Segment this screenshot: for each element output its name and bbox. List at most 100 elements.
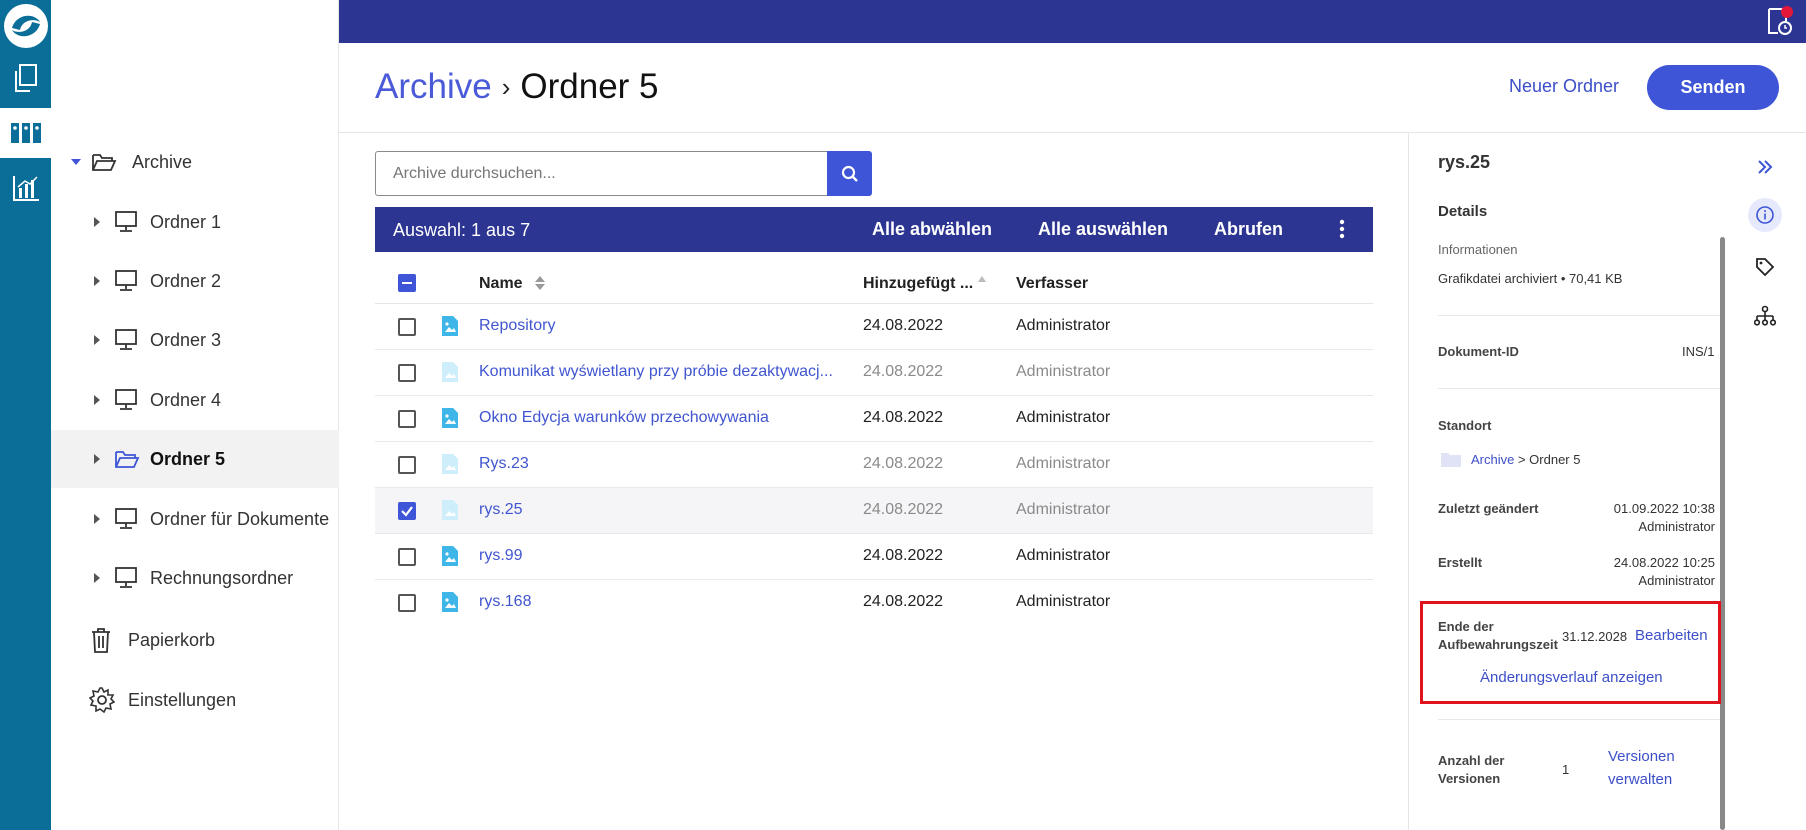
computer-icon <box>115 508 137 529</box>
tree-item-papierkorb[interactable]: Papierkorb <box>51 611 339 669</box>
computer-icon <box>115 211 137 232</box>
reports-rail-button[interactable] <box>0 163 51 213</box>
file-name-link[interactable]: rys.99 <box>479 547 523 565</box>
retrieve-button[interactable]: Abrufen <box>1214 219 1283 240</box>
versions-label-line-1: Anzahl der <box>1438 753 1505 768</box>
column-name-label: Name <box>479 275 523 292</box>
tree-item-ordner-1[interactable]: Ordner 1 <box>51 193 339 251</box>
manage-versions-link-line-1[interactable]: Versionen <box>1608 748 1675 765</box>
tree-item-label: Ordner 5 <box>150 448 226 469</box>
hierarchy-tab-button[interactable] <box>1748 299 1782 333</box>
location-path: Archive > Ordner 5 <box>1471 452 1580 467</box>
computer-icon <box>115 567 137 588</box>
manage-versions-link-line-2[interactable]: verwalten <box>1608 771 1672 788</box>
table-row[interactable]: Rys.23 24.08.2022 Administrator <box>375 442 1373 488</box>
column-header-added[interactable]: Hinzugefügt ... <box>863 275 986 293</box>
app-logo[interactable] <box>4 4 48 48</box>
column-header-name[interactable]: Name <box>479 275 546 293</box>
archive-rail-button[interactable] <box>0 108 51 158</box>
table-row-selected[interactable]: rys.25 24.08.2022 Administrator <box>375 488 1373 534</box>
file-name-link[interactable]: rys.25 <box>479 501 523 519</box>
tree-item-ordner-fuer-dokumente[interactable]: Ordner für Dokumente <box>51 490 339 548</box>
table-row[interactable]: Repository 24.08.2022 Administrator <box>375 304 1373 350</box>
tree-item-einstellungen[interactable]: Einstellungen <box>51 671 339 729</box>
image-file-icon <box>442 500 458 520</box>
caret-right-icon[interactable] <box>92 395 102 405</box>
tree-item-ordner-4[interactable]: Ordner 4 <box>51 371 339 429</box>
deselect-all-button[interactable]: Alle abwählen <box>872 219 992 240</box>
row-checkbox[interactable] <box>398 456 416 474</box>
image-file-icon <box>442 316 458 336</box>
caret-right-icon[interactable] <box>92 276 102 286</box>
row-checkbox[interactable] <box>398 364 416 382</box>
modified-by: Administrator <box>1638 519 1715 534</box>
info-icon <box>1756 206 1774 224</box>
tree-item-label: Papierkorb <box>128 629 216 650</box>
sort-icon[interactable] <box>535 276 546 290</box>
notifications-button[interactable] <box>1764 6 1794 36</box>
location-archive-link[interactable]: Archive <box>1471 452 1514 467</box>
location-path-rest: > Ordner 5 <box>1514 452 1581 467</box>
image-file-icon <box>442 546 458 566</box>
caret-right-icon[interactable] <box>92 573 102 583</box>
retention-highlight-box <box>1420 601 1721 704</box>
select-all-button[interactable]: Alle auswählen <box>1038 219 1168 240</box>
tree-item-ordner-3[interactable]: Ordner 3 <box>51 311 339 369</box>
documents-rail-button[interactable] <box>0 53 51 103</box>
search-input[interactable] <box>375 151 828 196</box>
more-vertical-icon[interactable] <box>1339 219 1345 239</box>
docid-value: INS/1 <box>1682 344 1715 359</box>
table-row[interactable]: Komunikat wyświetlany przy próbie dezakt… <box>375 350 1373 396</box>
page-title: Ordner 5 <box>520 67 659 106</box>
selection-count: Auswahl: 1 aus 7 <box>393 220 531 240</box>
tree-item-ordner-5[interactable]: Ordner 5 <box>51 430 339 488</box>
column-header-author[interactable]: Verfasser <box>1016 275 1088 293</box>
file-date: 24.08.2022 <box>863 455 944 472</box>
table-header: Name Hinzugefügt ... Verfasser <box>375 264 1373 304</box>
caret-down-icon[interactable] <box>71 157 81 167</box>
divider <box>1438 719 1720 720</box>
row-checkbox[interactable] <box>398 318 416 336</box>
check-icon <box>401 506 413 517</box>
table-row[interactable]: Okno Edycja warunków przechowywania 24.0… <box>375 396 1373 442</box>
tree-item-ordner-2[interactable]: Ordner 2 <box>51 252 339 310</box>
caret-right-icon[interactable] <box>92 217 102 227</box>
caret-right-icon[interactable] <box>92 454 102 464</box>
table-row[interactable]: rys.99 24.08.2022 Administrator <box>375 534 1373 580</box>
file-name-link[interactable]: Okno Edycja warunków przechowywania <box>479 409 769 427</box>
caret-right-icon[interactable] <box>92 335 102 345</box>
created-date: 24.08.2022 10:25 <box>1613 555 1715 570</box>
info-tab-button[interactable] <box>1748 198 1782 232</box>
search-button[interactable] <box>827 151 872 196</box>
modified-label: Zuletzt geändert <box>1438 501 1539 516</box>
docid-label: Dokument-ID <box>1438 344 1519 359</box>
file-name-link[interactable]: Repository <box>479 317 555 335</box>
table-row[interactable]: rys.168 24.08.2022 Administrator <box>375 580 1373 626</box>
tree-item-archive[interactable]: Archive <box>51 133 339 191</box>
row-checkbox[interactable] <box>398 410 416 428</box>
file-name-link[interactable]: rys.168 <box>479 593 531 611</box>
file-name-link[interactable]: Komunikat wyświetlany przy próbie dezakt… <box>479 363 833 381</box>
tags-tab-button[interactable] <box>1748 250 1782 284</box>
new-folder-button[interactable]: Neuer Ordner <box>1509 76 1619 97</box>
archive-binders-icon <box>10 123 41 143</box>
tree-item-label: Archive <box>132 151 193 172</box>
row-checkbox[interactable] <box>398 548 416 566</box>
caret-right-icon[interactable] <box>92 514 102 524</box>
file-author: Administrator <box>1016 317 1111 334</box>
image-file-icon <box>442 454 458 474</box>
row-checkbox-checked[interactable] <box>398 502 416 520</box>
collapse-panel-button[interactable] <box>1748 150 1782 184</box>
sort-up-icon <box>977 276 986 282</box>
breadcrumb: Archive › Ordner 5 <box>375 67 659 107</box>
file-author: Administrator <box>1016 409 1111 426</box>
info-value: Grafikdatei archiviert • 70,41 KB <box>1438 271 1623 286</box>
select-all-checkbox[interactable] <box>398 274 416 292</box>
send-button[interactable]: Senden <box>1647 65 1779 110</box>
breadcrumb-root-link[interactable]: Archive <box>375 67 492 107</box>
tree-item-rechnungsordner[interactable]: Rechnungsordner <box>51 549 339 607</box>
file-name-link[interactable]: Rys.23 <box>479 455 529 473</box>
file-date: 24.08.2022 <box>863 317 944 334</box>
row-checkbox[interactable] <box>398 594 416 612</box>
divider <box>1438 388 1720 389</box>
